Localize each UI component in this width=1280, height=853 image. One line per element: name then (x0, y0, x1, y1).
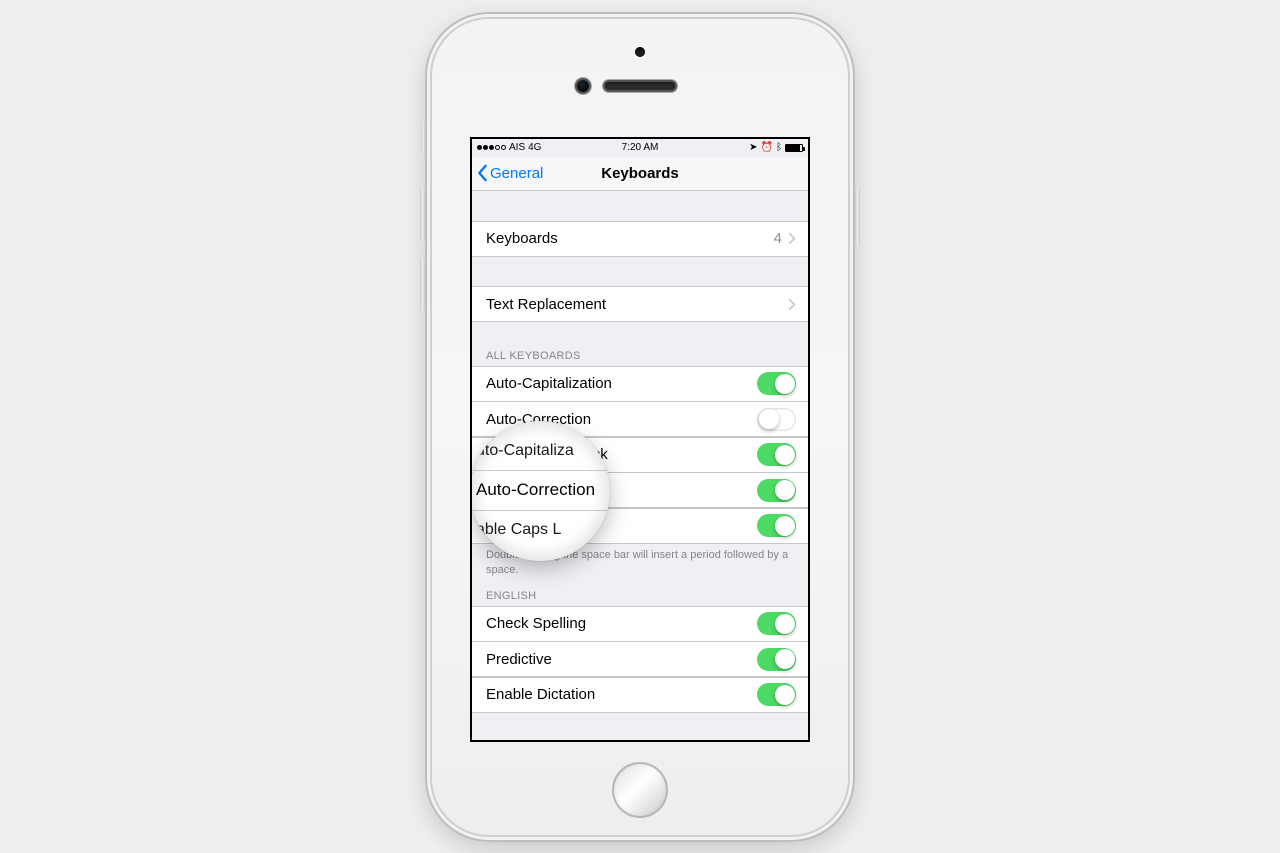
section-header-all-keyboards: ALL KEYBOARDS (472, 322, 808, 366)
magnifier-row-top: uto-Capitaliza (472, 421, 610, 471)
battery-icon (785, 144, 803, 152)
cell-label: Predictive (486, 651, 552, 668)
page-title: Keyboards (472, 165, 808, 182)
toggle-check-spelling[interactable] (757, 612, 796, 635)
screen-bezel: AIS 4G 7:20 AM ➤ ⏰ ᛒ General Keyboards (470, 137, 810, 742)
toggle-caps-lock[interactable] (757, 443, 796, 466)
volume-up-button (420, 187, 425, 242)
magnifier-row-bottom: able Caps L (472, 511, 610, 560)
magnifier-row-focus: Auto-Correction (472, 471, 610, 511)
home-button[interactable] (612, 762, 668, 818)
cell-auto-capitalization[interactable]: Auto-Capitalization (472, 366, 808, 402)
cell-label: Keyboards (486, 230, 558, 247)
cell-predictive[interactable]: Predictive (472, 641, 808, 677)
cell-label: Text Replacement (486, 296, 606, 313)
volume-down-button (420, 257, 425, 312)
silent-switch (421, 122, 425, 154)
statusbar: AIS 4G 7:20 AM ➤ ⏰ ᛒ (472, 139, 808, 157)
front-camera (577, 80, 589, 92)
toggle-character-preview[interactable] (757, 479, 796, 502)
cell-label: Auto-Capitalization (486, 375, 612, 392)
cell-check-spelling[interactable]: Check Spelling (472, 606, 808, 642)
toggle-auto-capitalization[interactable] (757, 372, 796, 395)
magnifier-overlay: uto-Capitaliza Auto-Correction able Caps… (472, 421, 610, 561)
power-button (855, 187, 860, 247)
chevron-right-icon (788, 298, 796, 311)
cell-keyboards[interactable]: Keyboards 4 (472, 221, 808, 257)
clock-label: 7:20 AM (472, 142, 808, 153)
screen: AIS 4G 7:20 AM ➤ ⏰ ᛒ General Keyboards (472, 139, 808, 740)
top-sensor (635, 47, 645, 57)
toggle-auto-correction[interactable] (757, 408, 796, 431)
iphone-frame: AIS 4G 7:20 AM ➤ ⏰ ᛒ General Keyboards (425, 12, 855, 842)
chevron-right-icon (788, 232, 796, 245)
toggle-period-shortcut[interactable] (757, 514, 796, 537)
toggle-dictation[interactable] (757, 683, 796, 706)
cell-label: Check Spelling (486, 615, 586, 632)
cell-label: Enable Dictation (486, 686, 595, 703)
earpiece-speaker (605, 82, 675, 90)
cell-enable-dictation[interactable]: Enable Dictation (472, 677, 808, 713)
toggle-predictive[interactable] (757, 648, 796, 671)
keyboards-count: 4 (774, 230, 782, 247)
settings-content[interactable]: Keyboards 4 Text Replacement ALL KEYBOAR… (472, 191, 808, 740)
navbar: General Keyboards (472, 157, 808, 191)
cell-text-replacement[interactable]: Text Replacement (472, 286, 808, 322)
section-header-english: ENGLISH (472, 584, 808, 606)
